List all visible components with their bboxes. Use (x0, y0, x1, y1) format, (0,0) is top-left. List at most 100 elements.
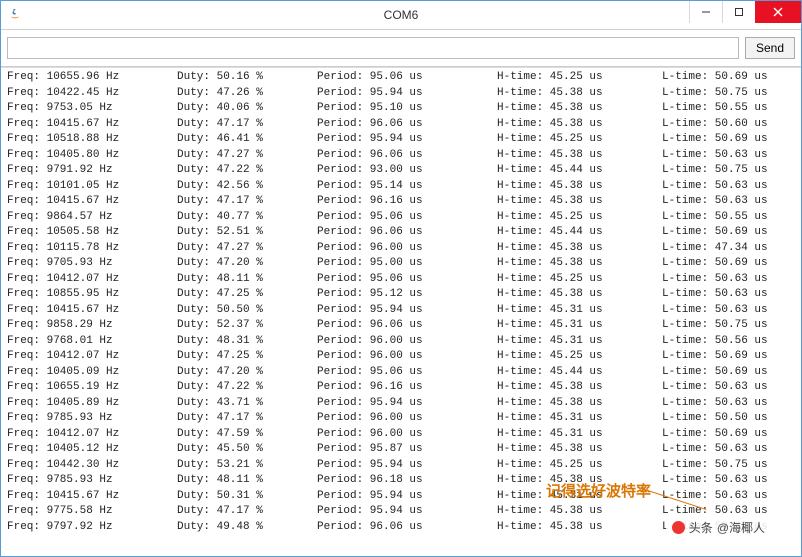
period-cell: Period: 96.06 us (317, 318, 497, 334)
ltime-cell: L-time: 50.63 us (662, 179, 795, 195)
duty-cell: Duty: 45.50 % (177, 442, 317, 458)
duty-cell: Duty: 47.17 % (177, 117, 317, 133)
freq-cell: Freq: 9753.05 Hz (7, 101, 177, 117)
htime-cell: H-time: 45.31 us (497, 427, 662, 443)
ltime-cell: L-time: 50.75 us (662, 163, 795, 179)
freq-cell: Freq: 10405.89 Hz (7, 396, 177, 412)
freq-cell: Freq: 9768.01 Hz (7, 334, 177, 350)
ltime-cell: L-time: 50.75 us (662, 86, 795, 102)
freq-cell: Freq: 10412.07 Hz (7, 272, 177, 288)
freq-cell: Freq: 10405.09 Hz (7, 365, 177, 381)
freq-cell: Freq: 10655.19 Hz (7, 380, 177, 396)
htime-cell: H-time: 45.38 us (497, 194, 662, 210)
log-row: Freq: 10405.12 HzDuty: 45.50 %Period: 95… (7, 442, 795, 458)
htime-cell: H-time: 45.38 us (497, 380, 662, 396)
ltime-cell: L-time: 47.34 us (662, 241, 795, 257)
log-row: Freq: 10505.58 HzDuty: 52.51 %Period: 96… (7, 225, 795, 241)
ltime-cell: L-time: 50.63 us (662, 442, 795, 458)
duty-cell: Duty: 47.17 % (177, 194, 317, 210)
log-row: Freq: 9753.05 HzDuty: 40.06 %Period: 95.… (7, 101, 795, 117)
duty-cell: Duty: 43.71 % (177, 396, 317, 412)
freq-cell: Freq: 9791.92 Hz (7, 163, 177, 179)
period-cell: Period: 93.00 us (317, 163, 497, 179)
htime-cell: H-time: 45.44 us (497, 225, 662, 241)
freq-cell: Freq: 10855.95 Hz (7, 287, 177, 303)
window-buttons (689, 1, 801, 23)
freq-cell: Freq: 10655.96 Hz (7, 70, 177, 86)
period-cell: Period: 96.18 us (317, 473, 497, 489)
freq-cell: Freq: 10422.45 Hz (7, 86, 177, 102)
log-row: Freq: 10101.05 HzDuty: 42.56 %Period: 95… (7, 179, 795, 195)
command-input[interactable] (7, 37, 739, 59)
period-cell: Period: 96.06 us (317, 148, 497, 164)
watermark-prefix: 头条 (689, 519, 713, 536)
freq-cell: Freq: 9858.29 Hz (7, 318, 177, 334)
htime-cell: H-time: 45.38 us (497, 101, 662, 117)
duty-cell: Duty: 48.11 % (177, 272, 317, 288)
period-cell: Period: 95.87 us (317, 442, 497, 458)
ltime-cell: L-time: 50.63 us (662, 194, 795, 210)
ltime-cell: L-time: 50.63 us (662, 303, 795, 319)
freq-cell: Freq: 10415.67 Hz (7, 303, 177, 319)
htime-cell: H-time: 45.25 us (497, 210, 662, 226)
send-button[interactable]: Send (745, 37, 795, 59)
app-window: COM6 Send Freq: 10655.96 HzDuty: 50.16 %… (0, 0, 802, 557)
minimize-button[interactable] (689, 1, 722, 23)
ltime-cell: L-time: 50.55 us (662, 210, 795, 226)
maximize-button[interactable] (722, 1, 755, 23)
period-cell: Period: 95.00 us (317, 256, 497, 272)
freq-cell: Freq: 10518.88 Hz (7, 132, 177, 148)
freq-cell: Freq: 10115.78 Hz (7, 241, 177, 257)
htime-cell: H-time: 45.25 us (497, 458, 662, 474)
close-button[interactable] (755, 1, 801, 23)
freq-cell: Freq: 10405.12 Hz (7, 442, 177, 458)
htime-cell: H-time: 45.38 us (497, 241, 662, 257)
ltime-cell: L-time: 50.63 us (662, 287, 795, 303)
log-row: Freq: 10405.09 HzDuty: 47.20 %Period: 95… (7, 365, 795, 381)
period-cell: Period: 95.94 us (317, 458, 497, 474)
log-row: Freq: 9791.92 HzDuty: 47.22 %Period: 93.… (7, 163, 795, 179)
duty-cell: Duty: 47.27 % (177, 148, 317, 164)
freq-cell: Freq: 10405.80 Hz (7, 148, 177, 164)
duty-cell: Duty: 47.26 % (177, 86, 317, 102)
freq-cell: Freq: 9785.93 Hz (7, 411, 177, 427)
htime-cell: H-time: 45.38 us (497, 396, 662, 412)
freq-cell: Freq: 9864.57 Hz (7, 210, 177, 226)
ltime-cell: L-time: 50.63 us (662, 473, 795, 489)
duty-cell: Duty: 48.11 % (177, 473, 317, 489)
ltime-cell: L-time: 50.69 us (662, 132, 795, 148)
log-row: Freq: 10422.45 HzDuty: 47.26 %Period: 95… (7, 86, 795, 102)
htime-cell: H-time: 45.38 us (497, 256, 662, 272)
duty-cell: Duty: 47.27 % (177, 241, 317, 257)
duty-cell: Duty: 50.50 % (177, 303, 317, 319)
serial-log: Freq: 10655.96 HzDuty: 50.16 %Period: 95… (1, 68, 801, 556)
period-cell: Period: 95.14 us (317, 179, 497, 195)
log-row: Freq: 10415.67 HzDuty: 47.17 %Period: 96… (7, 117, 795, 133)
period-cell: Period: 95.94 us (317, 86, 497, 102)
period-cell: Period: 96.16 us (317, 194, 497, 210)
watermark-icon (672, 521, 685, 534)
duty-cell: Duty: 53.21 % (177, 458, 317, 474)
htime-cell: H-time: 45.38 us (497, 520, 662, 536)
period-cell: Period: 96.06 us (317, 117, 497, 133)
ltime-cell: L-time: 50.63 us (662, 272, 795, 288)
ltime-cell: L-time: 50.69 us (662, 349, 795, 365)
log-row: Freq: 10412.07 HzDuty: 48.11 %Period: 95… (7, 272, 795, 288)
htime-cell: H-time: 45.25 us (497, 70, 662, 86)
duty-cell: Duty: 47.17 % (177, 504, 317, 520)
freq-cell: Freq: 9705.93 Hz (7, 256, 177, 272)
ltime-cell: L-time: 50.50 us (662, 411, 795, 427)
period-cell: Period: 96.06 us (317, 225, 497, 241)
period-cell: Period: 96.00 us (317, 349, 497, 365)
htime-cell: H-time: 45.25 us (497, 349, 662, 365)
log-row: Freq: 9864.57 HzDuty: 40.77 %Period: 95.… (7, 210, 795, 226)
log-row: Freq: 9768.01 HzDuty: 48.31 %Period: 96.… (7, 334, 795, 350)
freq-cell: Freq: 9797.92 Hz (7, 520, 177, 536)
ltime-cell: L-time: 50.69 us (662, 225, 795, 241)
period-cell: Period: 95.94 us (317, 489, 497, 505)
duty-cell: Duty: 50.16 % (177, 70, 317, 86)
htime-cell: H-time: 45.38 us (497, 442, 662, 458)
freq-cell: Freq: 9785.93 Hz (7, 473, 177, 489)
htime-cell: H-time: 45.31 us (497, 318, 662, 334)
ltime-cell: L-time: 50.69 us (662, 256, 795, 272)
